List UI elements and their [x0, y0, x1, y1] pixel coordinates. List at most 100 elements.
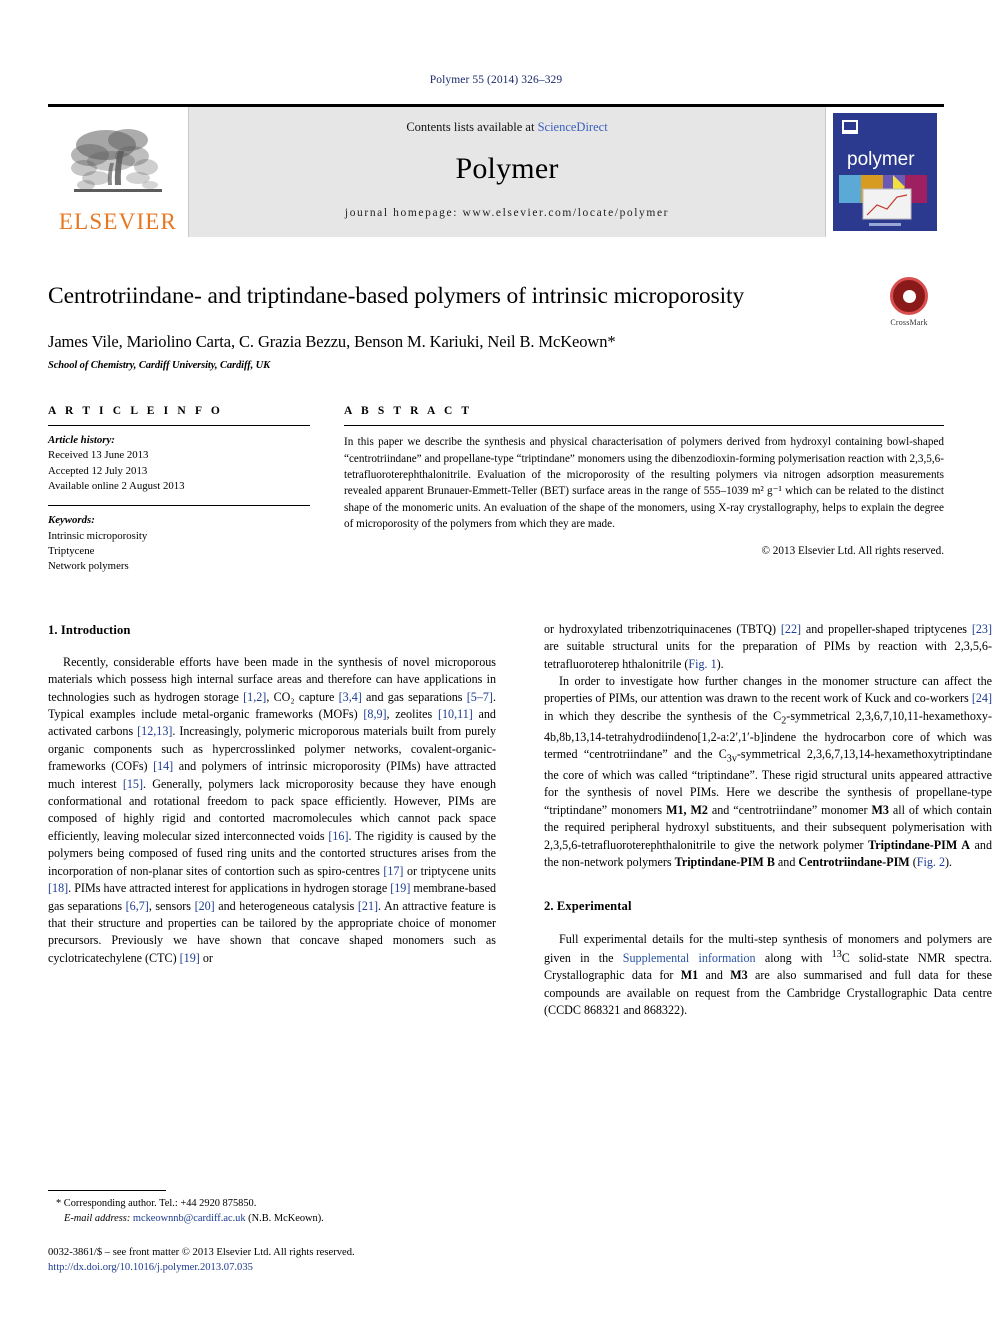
- figure-ref[interactable]: Fig. 2: [917, 855, 945, 869]
- compound-label: M1: [680, 968, 699, 983]
- left-column: 1. Introduction Recently, considerable e…: [48, 621, 496, 1020]
- citation-ref[interactable]: [5–7]: [467, 690, 493, 704]
- citation-ref[interactable]: [8,9]: [363, 707, 386, 721]
- figure-ref[interactable]: Fig. 1: [688, 657, 716, 671]
- contents-available-line: Contents lists available at ScienceDirec…: [406, 120, 607, 135]
- polymer-cover-image: polymer: [833, 113, 937, 231]
- footnote-divider: [48, 1189, 166, 1191]
- info-abstract-row: A R T I C L E I N F O Article history: R…: [48, 405, 944, 575]
- email-owner: (N.B. McKeown).: [248, 1212, 324, 1224]
- journal-homepage[interactable]: journal homepage: www.elsevier.com/locat…: [345, 207, 669, 219]
- compound-label: M3: [871, 802, 889, 817]
- intro-paragraph-1: Recently, considerable efforts have been…: [48, 654, 496, 967]
- intro-paragraph-1-continued: or hydroxylated tribenzotriquinacenes (T…: [544, 621, 992, 673]
- supplemental-information-link[interactable]: Supplemental information: [623, 951, 756, 965]
- masthead-center: Contents lists available at ScienceDirec…: [188, 107, 826, 237]
- text-run: and heterogeneous catalysis: [214, 898, 358, 913]
- text-run: ).: [716, 656, 724, 671]
- citation-ref[interactable]: [12,13]: [137, 724, 172, 738]
- column-gap: [310, 405, 344, 575]
- keywords-label: Keywords:: [48, 514, 95, 527]
- compound-label: M1, M2: [666, 802, 708, 817]
- citation-ref[interactable]: [16]: [328, 829, 348, 843]
- text-run: , CO₂ capture: [266, 689, 339, 704]
- polymer-label: Triptindane-PIM B: [674, 854, 775, 869]
- sciencedirect-link[interactable]: ScienceDirect: [538, 120, 608, 134]
- history-label: Article history:: [48, 434, 115, 447]
- citation-ref[interactable]: [3,4]: [339, 690, 362, 704]
- issn-copyright-block: 0032-3861/$ – see front matter © 2013 El…: [48, 1245, 496, 1275]
- corresponding-author-note: * Corresponding author. Tel.: +44 2920 8…: [56, 1197, 257, 1209]
- issn-line: 0032-3861/$ – see front matter © 2013 El…: [48, 1246, 355, 1258]
- superscript: 13: [831, 948, 842, 960]
- text-run: and gas separations: [361, 689, 467, 704]
- article-info-column: A R T I C L E I N F O Article history: R…: [48, 405, 310, 575]
- citation-ref[interactable]: [1,2]: [243, 690, 266, 704]
- text-run: and “centrotriindane” monomer: [707, 802, 872, 817]
- citation-ref[interactable]: [10,11]: [438, 707, 473, 721]
- text-run: and: [774, 854, 799, 869]
- journal-masthead: ELSEVIER Contents lists available at Sci…: [48, 104, 944, 237]
- compound-label: M3: [730, 968, 748, 983]
- citation-ref[interactable]: [15]: [123, 777, 143, 791]
- running-head: Polymer 55 (2014) 326–329: [429, 74, 563, 86]
- footnote-block: * Corresponding author. Tel.: +44 2920 8…: [48, 1189, 496, 1275]
- section-heading-introduction: 1. Introduction: [48, 622, 131, 637]
- article-page: Polymer 55 (2014) 326–329 ELSEVIER Conte…: [0, 0, 992, 1323]
- keyword-item: Triptycene: [48, 545, 95, 558]
- abstract-copyright: © 2013 Elsevier Ltd. All rights reserved…: [761, 544, 945, 557]
- text-run: along with: [755, 950, 832, 965]
- experimental-paragraph-1: Full experimental details for the multi-…: [544, 931, 992, 1020]
- article-history: Article history: Received 13 June 2013 A…: [48, 426, 310, 494]
- text-run: . PIMs have attracted interest for appli…: [68, 881, 391, 896]
- citation-ref[interactable]: [22]: [781, 622, 801, 636]
- author-list: James Vile, Mariolino Carta, C. Grazia B…: [48, 332, 616, 352]
- history-item: Received 13 June 2013: [48, 449, 149, 462]
- intro-paragraph-2: In order to investigate how further chan…: [544, 673, 992, 871]
- journal-title: Polymer: [455, 152, 559, 185]
- article-info-heading: A R T I C L E I N F O: [48, 405, 223, 418]
- svg-text:polymer: polymer: [847, 149, 915, 170]
- contents-prefix: Contents lists available at: [406, 120, 538, 134]
- elsevier-logo: ELSEVIER: [48, 107, 188, 237]
- text-run: in which they describe the synthesis of …: [544, 708, 782, 723]
- email-link[interactable]: mckeownnb@cardiff.ac.uk: [133, 1213, 246, 1224]
- keyword-item: Intrinsic microporosity: [48, 529, 148, 542]
- citation-ref[interactable]: [21]: [358, 899, 378, 913]
- citation-ref[interactable]: [17]: [383, 864, 403, 878]
- section-heading-experimental: 2. Experimental: [544, 899, 632, 914]
- keywords-block: Keywords: Intrinsic microporosity Tripty…: [48, 506, 310, 574]
- citation-ref[interactable]: [14]: [153, 759, 173, 773]
- body-columns: 1. Introduction Recently, considerable e…: [48, 621, 992, 1020]
- text-run: or: [199, 950, 213, 965]
- citation-ref[interactable]: [23]: [972, 622, 992, 636]
- history-item: Accepted 12 July 2013: [48, 464, 148, 477]
- column-gap: [496, 621, 544, 1020]
- abstract-column: A B S T R A C T In this paper we describ…: [344, 405, 944, 575]
- abstract-text: In this paper we describe the synthesis …: [344, 436, 944, 531]
- crossmark-badge[interactable]: CrossMark: [874, 277, 944, 327]
- history-item: Available online 2 August 2013: [48, 480, 185, 493]
- keyword-item: Network polymers: [48, 560, 129, 573]
- text-run: and: [698, 968, 731, 983]
- crossmark-label: CrossMark: [890, 318, 928, 327]
- abstract-heading: A B S T R A C T: [344, 405, 473, 418]
- citation-ref[interactable]: [6,7]: [126, 899, 149, 913]
- citation-ref[interactable]: [20]: [195, 899, 215, 913]
- text-run: , sensors: [148, 898, 195, 913]
- citation-ref[interactable]: [24]: [972, 691, 992, 705]
- citation-ref[interactable]: [18]: [48, 881, 68, 895]
- text-run: and propeller-shaped triptycenes: [801, 621, 972, 636]
- right-column: or hydroxylated tribenzotriquinacenes (T…: [544, 621, 992, 1020]
- doi-link[interactable]: http://dx.doi.org/10.1016/j.polymer.2013…: [48, 1260, 496, 1275]
- title-block: Centrotriindane- and triptindane-based p…: [48, 277, 944, 372]
- elsevier-tree-icon: [71, 129, 162, 192]
- affiliation: School of Chemistry, Cardiff University,…: [48, 360, 271, 372]
- polymer-label: Triptindane-PIM A: [868, 837, 970, 852]
- journal-cover-thumbnail: polymer: [826, 107, 944, 237]
- text-run: , zeolites: [386, 707, 438, 722]
- text-run: or triptycene units: [403, 863, 496, 878]
- crossmark-icon: [890, 277, 928, 315]
- citation-ref[interactable]: [19]: [390, 881, 410, 895]
- citation-ref[interactable]: [19]: [180, 951, 200, 965]
